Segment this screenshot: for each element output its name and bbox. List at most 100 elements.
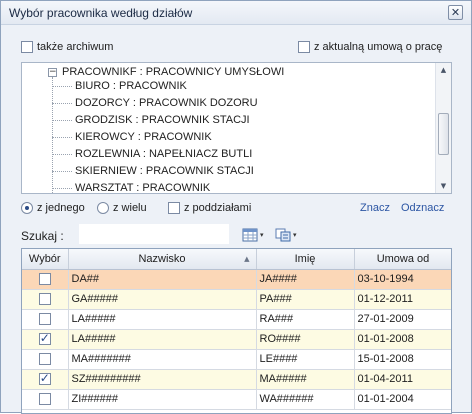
tree-node-label[interactable]: WARSZTAT : PRACOWNIK bbox=[75, 182, 210, 193]
tree-connector bbox=[52, 170, 72, 172]
row-select-checkbox[interactable] bbox=[38, 331, 51, 346]
multi-mode-label: z wielu bbox=[113, 202, 147, 214]
collapse-icon[interactable]: − bbox=[48, 67, 57, 77]
first-name-cell: LE#### bbox=[256, 349, 355, 370]
tree-connector bbox=[52, 85, 72, 87]
contract-date-cell: 01-01-2004 bbox=[354, 389, 451, 410]
table-row[interactable]: MA####### LE#### 15-01-2008 bbox=[22, 349, 451, 370]
tree-node[interactable]: SKIERNIEW : PRACOWNIK STACJI bbox=[52, 162, 432, 180]
single-mode-label: z jednego bbox=[37, 202, 85, 214]
tree-node[interactable]: DOZORCY : PRACOWNIK DOZORU bbox=[52, 94, 432, 112]
select-cell[interactable] bbox=[22, 369, 69, 390]
close-icon: ✕ bbox=[450, 6, 461, 19]
row-select-checkbox[interactable] bbox=[38, 273, 51, 286]
department-tree[interactable]: − PRACOWNIKF : PRACOWNICY UMYSŁOWI BIURO… bbox=[21, 62, 452, 194]
contract-option[interactable]: z aktualną umową o pracę bbox=[298, 41, 442, 53]
subdepartments-label: z poddziałami bbox=[184, 202, 252, 214]
archive-checkbox[interactable] bbox=[21, 41, 33, 53]
column-header-umowa-od[interactable]: Umowa od bbox=[354, 249, 451, 270]
tree-connector bbox=[52, 119, 72, 121]
first-name-cell: JA#### bbox=[256, 269, 355, 290]
tree-node[interactable]: ROZLEWNIA : NAPEŁNIACZ BUTLI bbox=[52, 145, 432, 163]
select-cell[interactable] bbox=[22, 329, 69, 350]
tree-node-label[interactable]: GRODZISK : PRACOWNIK STACJI bbox=[75, 114, 250, 126]
table-row[interactable]: GA##### PA### 01-12-2011 bbox=[22, 289, 451, 310]
multi-mode-option[interactable]: z wielu bbox=[97, 202, 147, 214]
single-mode-option[interactable]: z jednego bbox=[21, 202, 85, 214]
column-header-imie[interactable]: Imię bbox=[256, 249, 355, 270]
contract-date-cell: 01-12-2011 bbox=[354, 289, 451, 310]
surname-cell: MA####### bbox=[68, 349, 257, 370]
table-row[interactable]: LA##### RA### 27-01-2009 bbox=[22, 309, 451, 330]
first-name-cell: RO#### bbox=[256, 329, 355, 350]
archive-option[interactable]: także archiwum bbox=[21, 41, 113, 53]
tree-node[interactable]: GRODZISK : PRACOWNIK STACJI bbox=[52, 111, 432, 129]
surname-cell: GA##### bbox=[68, 289, 257, 310]
unmark-all-link[interactable]: Odznacz bbox=[401, 202, 444, 214]
tree-node[interactable]: WARSZTAT : PRACOWNIK bbox=[52, 179, 432, 193]
surname-cell: DA## bbox=[68, 269, 257, 290]
surname-cell: ZI###### bbox=[68, 389, 257, 410]
tree-node-label[interactable]: SKIERNIEW : PRACOWNIK STACJI bbox=[75, 165, 254, 177]
tree-connector bbox=[52, 153, 72, 155]
first-name-cell: WA###### bbox=[256, 389, 355, 410]
single-mode-radio[interactable] bbox=[21, 202, 33, 214]
tree-node[interactable]: KIEROWCY : PRACOWNIK bbox=[52, 128, 432, 146]
row-select-checkbox[interactable] bbox=[38, 313, 51, 326]
subdepartments-option[interactable]: z poddziałami bbox=[168, 202, 251, 214]
contract-date-cell: 01-04-2011 bbox=[354, 369, 451, 390]
layout-dropdown-icon[interactable]: ▾ bbox=[260, 231, 264, 239]
copy-icon bbox=[275, 228, 291, 242]
table-row[interactable]: DA## JA#### 03-10-1994 bbox=[22, 269, 451, 290]
archive-label: także archiwum bbox=[37, 41, 114, 53]
table-row[interactable]: LA#####RO####01-01-2008 bbox=[22, 329, 451, 350]
select-cell[interactable] bbox=[22, 269, 69, 290]
table-row[interactable]: SZ#########MA#####01-04-2011 bbox=[22, 369, 451, 390]
select-cell[interactable] bbox=[22, 389, 69, 410]
contract-date-cell: 01-01-2008 bbox=[354, 329, 451, 350]
contract-label: z aktualną umową o pracę bbox=[314, 41, 443, 53]
title-bar[interactable]: Wybór pracownika według działów ✕ bbox=[1, 1, 471, 25]
multi-mode-radio[interactable] bbox=[97, 202, 109, 214]
row-select-checkbox[interactable] bbox=[38, 393, 51, 406]
row-select-checkbox[interactable] bbox=[38, 353, 51, 366]
contract-checkbox[interactable] bbox=[298, 41, 310, 53]
employee-picker-dialog: Wybór pracownika według działów ✕ także … bbox=[0, 0, 472, 414]
tree-scrollbar[interactable]: ▲ ▼ bbox=[435, 63, 451, 193]
first-name-cell: PA### bbox=[256, 289, 355, 310]
select-cell[interactable] bbox=[22, 309, 69, 330]
tree-node-label[interactable]: KIEROWCY : PRACOWNIK bbox=[75, 131, 212, 143]
sort-ascending-icon: ▲ bbox=[244, 255, 250, 263]
contract-date-cell: 03-10-1994 bbox=[354, 269, 451, 290]
row-select-checkbox[interactable] bbox=[38, 293, 51, 306]
table-row[interactable]: ZI###### WA###### 01-01-2004 bbox=[22, 389, 451, 410]
copy-tool-button[interactable]: ▾ bbox=[275, 226, 297, 244]
contract-date-cell: 15-01-2008 bbox=[354, 349, 451, 370]
tree-node[interactable]: BIURO : PRACOWNIK bbox=[52, 77, 432, 95]
mark-all-link[interactable]: Znacz bbox=[360, 202, 390, 214]
select-cell[interactable] bbox=[22, 349, 69, 370]
tree-node-label[interactable]: BIURO : PRACOWNIK bbox=[75, 80, 187, 92]
tree-connector bbox=[52, 187, 72, 189]
tree-connector bbox=[52, 102, 72, 104]
scroll-thumb[interactable] bbox=[438, 113, 449, 155]
layout-tool-button[interactable]: ▾ bbox=[242, 226, 264, 244]
subdepartments-checkbox[interactable] bbox=[168, 202, 180, 214]
tree-node-label[interactable]: ROZLEWNIA : NAPEŁNIACZ BUTLI bbox=[75, 148, 252, 160]
column-header-nazwisko[interactable]: Nazwisko ▲ bbox=[68, 249, 257, 270]
window-title: Wybór pracownika według działów bbox=[9, 6, 193, 20]
surname-cell: SZ######### bbox=[68, 369, 257, 390]
column-header-wybor[interactable]: Wybór bbox=[22, 249, 69, 270]
close-button[interactable]: ✕ bbox=[448, 5, 463, 20]
row-select-checkbox[interactable] bbox=[38, 371, 51, 386]
select-cell[interactable] bbox=[22, 289, 69, 310]
search-label: Szukaj : bbox=[21, 229, 64, 243]
employee-grid: Wybór Nazwisko ▲ Imię Umowa od DA## JA####… bbox=[21, 248, 452, 414]
contract-date-cell: 27-01-2009 bbox=[354, 309, 451, 330]
scroll-up-icon[interactable]: ▲ bbox=[436, 63, 451, 77]
search-input[interactable] bbox=[79, 224, 229, 244]
tree-connector bbox=[52, 136, 72, 138]
copy-dropdown-icon[interactable]: ▾ bbox=[293, 231, 297, 239]
tree-node-label[interactable]: DOZORCY : PRACOWNIK DOZORU bbox=[75, 97, 258, 109]
scroll-down-icon[interactable]: ▼ bbox=[436, 179, 451, 193]
